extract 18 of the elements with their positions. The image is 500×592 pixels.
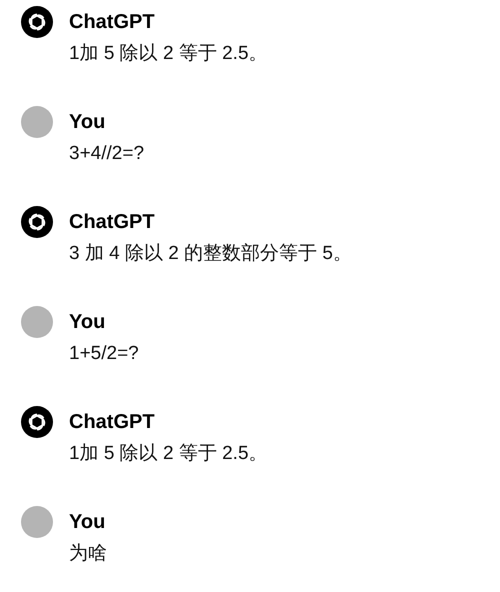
author-name: You bbox=[69, 110, 106, 135]
logo-icon bbox=[21, 406, 53, 438]
message-text: 1加 5 除以 2 等于 2.5。 bbox=[69, 42, 268, 66]
logo-icon bbox=[21, 206, 53, 238]
message-text: 为啥 bbox=[69, 542, 107, 566]
author-name: You bbox=[69, 510, 106, 535]
author-name: ChatGPT bbox=[69, 210, 156, 235]
message-text: 1+5/2=? bbox=[69, 342, 139, 366]
author-name: ChatGPT bbox=[69, 410, 156, 435]
logo-icon bbox=[21, 6, 53, 38]
message-text: 1加 5 除以 2 等于 2.5。 bbox=[69, 442, 268, 466]
message-text: 3 加 4 除以 2 的整数部分等于 5。 bbox=[69, 242, 352, 266]
author-name: You bbox=[69, 310, 106, 335]
avatar bbox=[21, 106, 53, 138]
author-name: ChatGPT bbox=[69, 10, 156, 35]
avatar bbox=[21, 506, 53, 538]
message-text: 3+4//2=? bbox=[69, 142, 144, 166]
avatar bbox=[21, 306, 53, 338]
